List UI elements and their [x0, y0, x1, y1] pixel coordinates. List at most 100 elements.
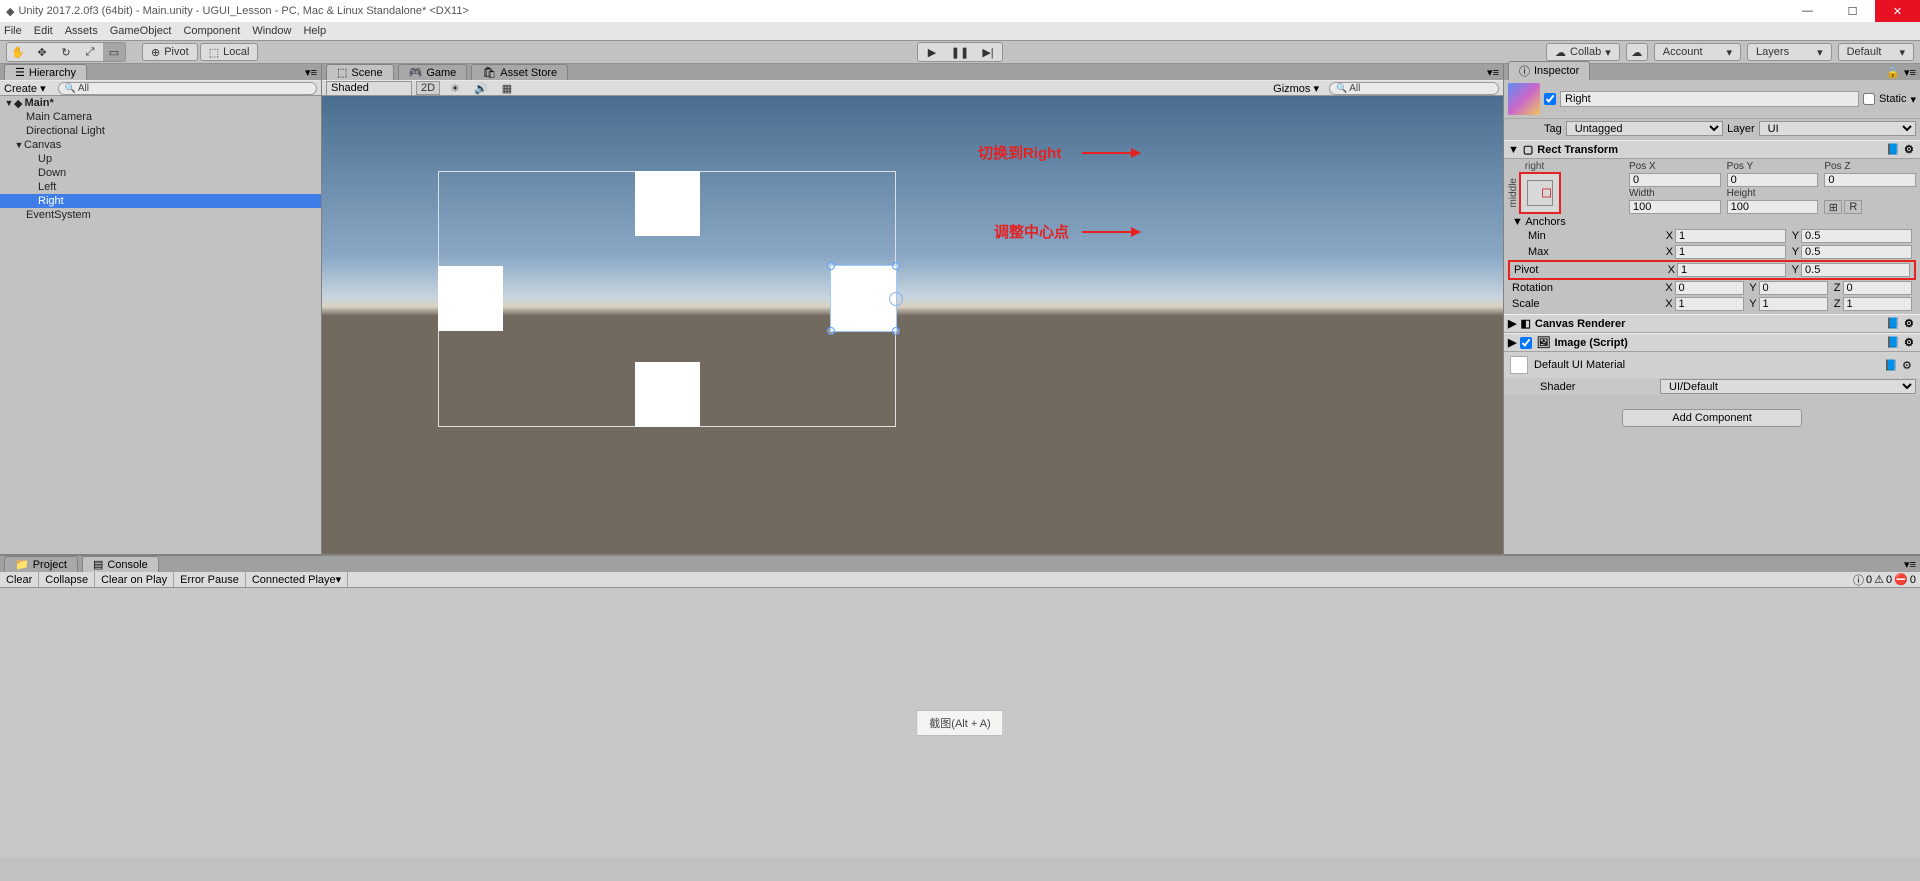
rect-tool-icon[interactable]: ▭	[103, 43, 125, 61]
scale-z[interactable]	[1843, 297, 1912, 311]
layout-dropdown[interactable]: Default▾	[1838, 43, 1914, 61]
tree-item[interactable]: Left	[0, 180, 321, 194]
tree-item[interactable]: EventSystem	[0, 208, 321, 222]
ui-element-up[interactable]	[635, 171, 700, 236]
pivot-indicator-icon[interactable]	[889, 292, 903, 306]
scene-viewport[interactable]	[322, 96, 1503, 554]
posy-field[interactable]	[1727, 173, 1819, 187]
ui-element-left[interactable]	[438, 266, 503, 331]
anchor-max-y[interactable]	[1801, 245, 1912, 259]
rot-z[interactable]	[1843, 281, 1912, 295]
scene-search[interactable]: 🔍All	[1329, 82, 1499, 95]
tab-inspector[interactable]: ⓘInspector	[1508, 61, 1590, 80]
ui-element-down[interactable]	[635, 362, 700, 427]
rot-y[interactable]	[1759, 281, 1828, 295]
menu-assets[interactable]: Assets	[65, 25, 98, 37]
move-tool-icon[interactable]: ✥	[31, 43, 53, 61]
anchors-foldout[interactable]: ▼ Anchors	[1512, 216, 1566, 228]
gear-icon[interactable]: ⚙	[1904, 336, 1916, 348]
warning-icon[interactable]: ⚠	[1874, 573, 1884, 586]
image-enabled-checkbox[interactable]	[1520, 337, 1532, 349]
shader-dropdown[interactable]: UI/Default	[1660, 379, 1916, 394]
tag-dropdown[interactable]: Untagged	[1566, 121, 1723, 136]
tree-item[interactable]: Main Camera	[0, 110, 321, 124]
gear-icon[interactable]: ⚙	[1904, 317, 1916, 329]
scale-x[interactable]	[1675, 297, 1744, 311]
menu-gameobject[interactable]: GameObject	[110, 25, 172, 37]
pause-button-icon[interactable]: ❚❚	[946, 43, 974, 61]
error-icon[interactable]: ⛔	[1894, 573, 1908, 586]
gizmos-dropdown[interactable]: Gizmos ▾	[1273, 82, 1319, 95]
panel-menu-icon[interactable]: ▾≡	[1904, 66, 1916, 79]
help-icon[interactable]: 📘	[1886, 317, 1900, 330]
scale-tool-icon[interactable]: ⤢	[79, 43, 101, 61]
minimize-button[interactable]: —	[1785, 0, 1830, 22]
tab-asset-store[interactable]: 🛍Asset Store	[471, 64, 568, 80]
tab-console[interactable]: ▤Console	[82, 556, 159, 572]
panel-menu-icon[interactable]: ▾≡	[1487, 66, 1499, 79]
clear-on-play-toggle[interactable]: Clear on Play	[95, 572, 174, 587]
material-preview-icon[interactable]	[1510, 356, 1528, 374]
pivot-toggle[interactable]: ⊕Pivot	[142, 43, 198, 61]
lock-icon[interactable]: 🔒	[1886, 66, 1900, 79]
tree-item-selected[interactable]: Right	[0, 194, 321, 208]
tab-game[interactable]: 🎮Game	[398, 64, 468, 80]
layers-dropdown[interactable]: Layers▾	[1747, 43, 1832, 61]
posx-field[interactable]	[1629, 173, 1721, 187]
posz-field[interactable]	[1824, 173, 1916, 187]
canvas-renderer-header[interactable]: ▶◧Canvas Renderer📘⚙	[1504, 314, 1920, 333]
info-icon[interactable]: ⓘ	[1853, 572, 1864, 588]
menu-component[interactable]: Component	[183, 25, 240, 37]
services-button[interactable]: ☁	[1626, 43, 1648, 61]
local-toggle[interactable]: ⬚Local	[200, 43, 259, 61]
foldout-icon[interactable]: ▶	[1508, 336, 1516, 349]
pivot-y-field[interactable]	[1801, 263, 1910, 277]
gameobject-icon[interactable]	[1508, 83, 1540, 115]
raw-edit-button[interactable]: R	[1844, 200, 1862, 214]
clear-button[interactable]: Clear	[0, 572, 39, 587]
tab-project[interactable]: 📁Project	[4, 556, 78, 572]
maximize-button[interactable]: ☐	[1830, 0, 1875, 22]
static-checkbox[interactable]	[1863, 93, 1875, 105]
error-pause-toggle[interactable]: Error Pause	[174, 572, 246, 587]
gear-icon[interactable]: ⚙	[1904, 143, 1916, 155]
menu-help[interactable]: Help	[303, 25, 326, 37]
create-dropdown[interactable]: Create ▾	[4, 82, 46, 95]
scene-root[interactable]: ▼◆Main*	[0, 96, 321, 110]
step-button-icon[interactable]: ▶|	[974, 43, 1002, 61]
height-field[interactable]	[1727, 200, 1819, 214]
pivot-x-field[interactable]	[1677, 263, 1786, 277]
gameobject-name-field[interactable]	[1560, 91, 1859, 107]
play-button-icon[interactable]: ▶	[918, 43, 946, 61]
console-body[interactable]: 截图(Alt + A)	[0, 588, 1920, 857]
close-button[interactable]: ✕	[1875, 0, 1920, 22]
account-dropdown[interactable]: Account▾	[1654, 43, 1741, 61]
help-icon[interactable]: 📘	[1886, 336, 1900, 349]
fx-icon[interactable]: ▦	[496, 79, 518, 97]
selection-handle[interactable]	[892, 262, 900, 270]
foldout-icon[interactable]: ▼	[1508, 144, 1519, 156]
add-component-button[interactable]: Add Component	[1622, 409, 1802, 427]
hand-tool-icon[interactable]: ✋	[7, 43, 29, 61]
lighting-icon[interactable]: ☀	[444, 79, 466, 97]
collab-dropdown[interactable]: ☁Collab▾	[1546, 43, 1620, 61]
menu-file[interactable]: File	[4, 25, 22, 37]
gear-icon[interactable]: ⚙	[1902, 359, 1914, 371]
anchor-min-x[interactable]	[1675, 229, 1786, 243]
connected-player-dropdown[interactable]: Connected Playe▾	[246, 572, 348, 587]
active-checkbox[interactable]	[1544, 93, 1556, 105]
help-icon[interactable]: 📘	[1884, 359, 1898, 372]
hierarchy-tree[interactable]: ▼◆Main* Main Camera Directional Light ▼C…	[0, 96, 321, 554]
menu-edit[interactable]: Edit	[34, 25, 53, 37]
render-mode-dropdown[interactable]: Shaded	[326, 81, 412, 96]
tree-item[interactable]: Directional Light	[0, 124, 321, 138]
selection-handle[interactable]	[827, 327, 835, 335]
rotate-tool-icon[interactable]: ↻	[55, 43, 77, 61]
tree-item[interactable]: ▼Canvas	[0, 138, 321, 152]
width-field[interactable]	[1629, 200, 1721, 214]
tree-item[interactable]: Down	[0, 166, 321, 180]
help-icon[interactable]: 📘	[1886, 143, 1900, 156]
layer-dropdown[interactable]: UI	[1759, 121, 1916, 136]
ui-element-right-selected[interactable]	[831, 266, 896, 331]
2d-toggle[interactable]: 2D	[416, 81, 440, 95]
